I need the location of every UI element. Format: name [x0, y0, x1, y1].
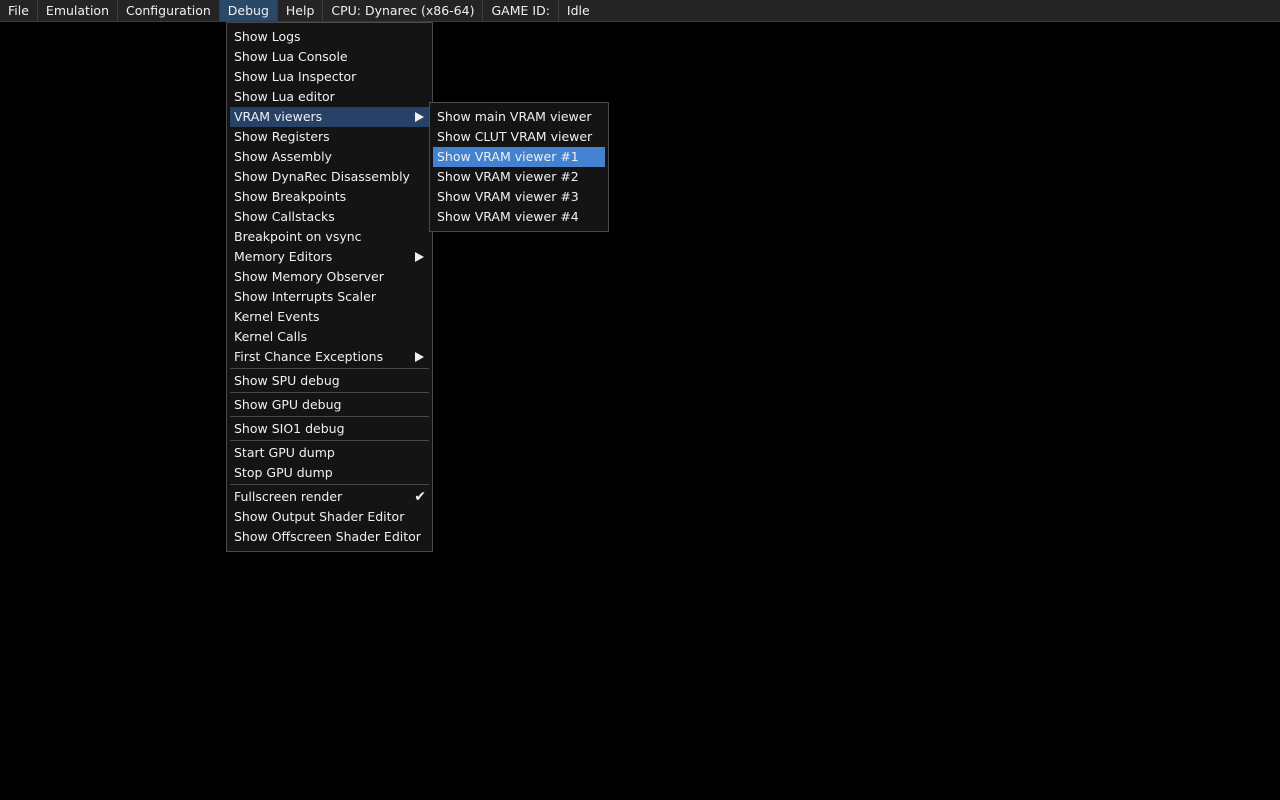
menu-item-label: Fullscreen render — [234, 489, 343, 504]
menu-item-memory-editors[interactable]: Memory Editors — [230, 247, 429, 267]
menu-item-show-dynarec-disassembly[interactable]: Show DynaRec Disassembly — [230, 167, 429, 187]
menu-item-show-interrupts-scaler[interactable]: Show Interrupts Scaler — [230, 287, 429, 307]
menu-item-label: Show SPU debug — [234, 373, 340, 388]
menu-item-show-vram-viewer-4[interactable]: Show VRAM viewer #4 — [433, 207, 605, 227]
menu-item-show-sio1-debug[interactable]: Show SIO1 debug — [230, 419, 429, 439]
menu-item-fullscreen-render[interactable]: Fullscreen render ✔ — [230, 487, 429, 507]
menu-item-kernel-calls[interactable]: Kernel Calls — [230, 327, 429, 347]
menu-item-label: Kernel Calls — [234, 329, 308, 344]
menu-item-start-gpu-dump[interactable]: Start GPU dump — [230, 443, 429, 463]
submenu-arrow-icon — [415, 352, 424, 362]
menu-item-label: Show Callstacks — [234, 209, 335, 224]
menu-item-vram-viewers[interactable]: VRAM viewers — [230, 107, 429, 127]
menu-item-label: Breakpoint on vsync — [234, 229, 362, 244]
menu-item-label: Show Output Shader Editor — [234, 509, 405, 524]
menu-item-show-offscreen-shader-editor[interactable]: Show Offscreen Shader Editor — [230, 527, 429, 547]
menu-item-label: Memory Editors — [234, 249, 333, 264]
menu-item-label: First Chance Exceptions — [234, 349, 384, 364]
menu-item-label: VRAM viewers — [234, 109, 323, 124]
menu-item-label: Show Logs — [234, 29, 301, 44]
menu-item-label: Show Assembly — [234, 149, 332, 164]
menu-file[interactable]: File — [0, 0, 38, 21]
menu-item-label: Show Lua Console — [234, 49, 348, 64]
menu-item-show-assembly[interactable]: Show Assembly — [230, 147, 429, 167]
menu-item-label: Start GPU dump — [234, 445, 335, 460]
menu-item-label: Show GPU debug — [234, 397, 342, 412]
menu-item-label: Show Breakpoints — [234, 189, 347, 204]
menu-separator — [230, 440, 429, 441]
menu-item-show-gpu-debug[interactable]: Show GPU debug — [230, 395, 429, 415]
menu-help[interactable]: Help — [278, 0, 324, 21]
menu-bar: File Emulation Configuration Debug Help … — [0, 0, 1280, 22]
menu-item-label: Show Registers — [234, 129, 330, 144]
menu-item-stop-gpu-dump[interactable]: Stop GPU dump — [230, 463, 429, 483]
menu-item-first-chance-exceptions[interactable]: First Chance Exceptions — [230, 347, 429, 367]
menu-item-show-breakpoints[interactable]: Show Breakpoints — [230, 187, 429, 207]
menu-debug[interactable]: Debug — [219, 0, 278, 21]
menu-item-label: Show Lua Inspector — [234, 69, 357, 84]
menu-item-show-vram-viewer-2[interactable]: Show VRAM viewer #2 — [433, 167, 605, 187]
menu-separator — [230, 416, 429, 417]
menu-item-show-lua-console[interactable]: Show Lua Console — [230, 47, 429, 67]
menu-item-show-lua-inspector[interactable]: Show Lua Inspector — [230, 67, 429, 87]
menu-item-show-vram-viewer-3[interactable]: Show VRAM viewer #3 — [433, 187, 605, 207]
submenu-arrow-icon — [415, 252, 424, 262]
emulation-status: Idle — [566, 3, 590, 18]
menu-item-label: Stop GPU dump — [234, 465, 333, 480]
menu-item-show-clut-vram-viewer[interactable]: Show CLUT VRAM viewer — [433, 127, 605, 147]
menu-item-show-spu-debug[interactable]: Show SPU debug — [230, 371, 429, 391]
menu-item-label: Show DynaRec Disassembly — [234, 169, 410, 184]
menu-item-show-callstacks[interactable]: Show Callstacks — [230, 207, 429, 227]
menu-item-kernel-events[interactable]: Kernel Events — [230, 307, 429, 327]
cpu-status: CPU: Dynarec (x86-64) — [323, 0, 484, 21]
menu-item-show-registers[interactable]: Show Registers — [230, 127, 429, 147]
menu-separator — [230, 392, 429, 393]
checkmark-icon: ✔ — [414, 489, 426, 505]
menu-item-label: Show Interrupts Scaler — [234, 289, 376, 304]
vram-viewers-submenu: Show main VRAM viewer Show CLUT VRAM view… — [429, 102, 609, 232]
debug-menu: Show Logs Show Lua Console Show Lua Inspec… — [226, 22, 433, 552]
menu-emulation[interactable]: Emulation — [38, 0, 118, 21]
menu-item-label: Show Offscreen Shader Editor — [234, 529, 421, 544]
game-id-label: GAME ID: — [483, 0, 559, 21]
menu-item-show-main-vram-viewer[interactable]: Show main VRAM viewer — [433, 107, 605, 127]
menu-item-label: Show Memory Observer — [234, 269, 384, 284]
menu-item-show-lua-editor[interactable]: Show Lua editor — [230, 87, 429, 107]
menu-item-label: Kernel Events — [234, 309, 320, 324]
menu-item-label: Show SIO1 debug — [234, 421, 345, 436]
menu-separator — [230, 484, 429, 485]
submenu-arrow-icon — [415, 112, 424, 122]
menu-item-show-vram-viewer-1[interactable]: Show VRAM viewer #1 — [433, 147, 605, 167]
menu-item-label: Show Lua editor — [234, 89, 335, 104]
menu-item-breakpoint-on-vsync[interactable]: Breakpoint on vsync — [230, 227, 429, 247]
menu-item-show-output-shader-editor[interactable]: Show Output Shader Editor — [230, 507, 429, 527]
menu-separator — [230, 368, 429, 369]
menu-item-show-memory-observer[interactable]: Show Memory Observer — [230, 267, 429, 287]
menu-item-show-logs[interactable]: Show Logs — [230, 27, 429, 47]
menu-configuration[interactable]: Configuration — [118, 0, 220, 21]
